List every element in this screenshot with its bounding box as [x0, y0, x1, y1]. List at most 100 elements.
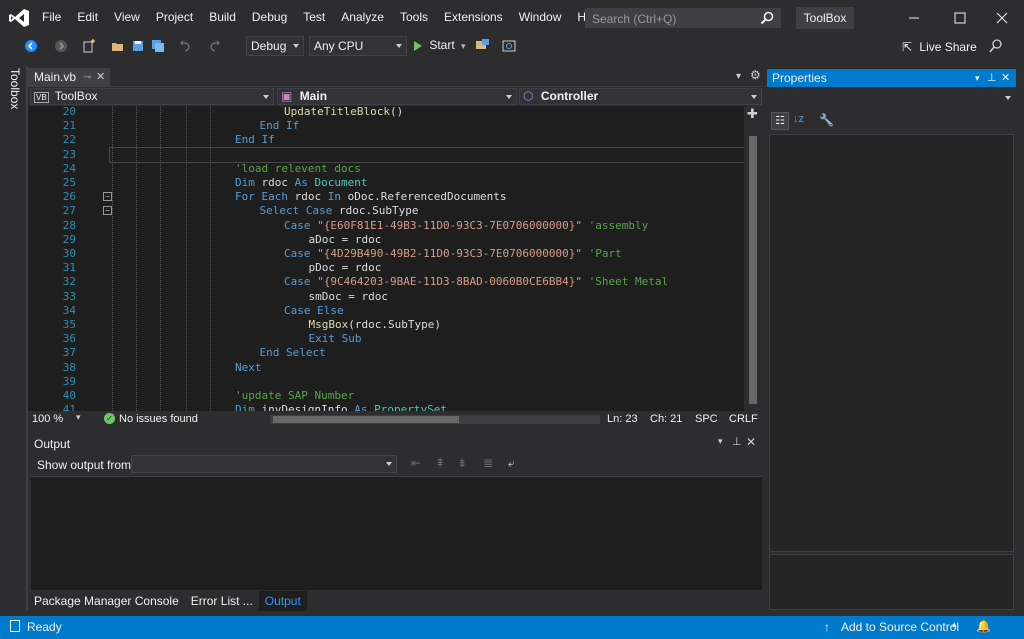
menu-tools[interactable]: Tools [392, 10, 436, 24]
code-text: Exit Sub [308, 332, 362, 346]
menu-file[interactable]: File [34, 10, 69, 24]
properties-menu-chevron-icon[interactable]: ▾ [975, 69, 980, 87]
feedback-icon[interactable] [988, 38, 1004, 54]
browser-link-icon[interactable] [502, 38, 518, 54]
issues-status[interactable]: No issues found [119, 413, 198, 425]
properties-object-dropdown[interactable] [767, 88, 1016, 108]
menu-test[interactable]: Test [295, 10, 333, 24]
output-source-dropdown[interactable] [131, 455, 397, 473]
new-project-icon[interactable] [82, 39, 96, 53]
output-close-icon[interactable]: ✕ [746, 435, 756, 449]
editor-vertical-scrollbar[interactable]: ✚ [744, 106, 762, 411]
platform-dropdown[interactable]: Any CPU [309, 36, 407, 56]
line-ending[interactable]: CRLF [729, 413, 758, 425]
property-pages-icon[interactable]: 🔧 [819, 113, 834, 127]
go-next-message-icon[interactable]: ⇟ [457, 456, 467, 470]
go-prev-message-icon[interactable]: ⇞ [435, 456, 445, 470]
find-message-icon[interactable]: ⇤ [411, 456, 421, 470]
code-line[interactable]: 23 [63, 146, 744, 163]
start-button[interactable]: Start ▾ [414, 38, 466, 52]
diagnostics-icon[interactable] [475, 38, 491, 54]
h-scroll-thumb[interactable] [273, 416, 459, 423]
chevron-down-icon: ▾ [461, 41, 466, 51]
project-nav-dropdown[interactable]: VB ToolBox [30, 88, 274, 105]
scroll-thumb[interactable] [749, 136, 757, 404]
zoom-level[interactable]: 100 % [32, 413, 63, 425]
live-share-button[interactable]: ⇱ Live Share [902, 40, 977, 54]
member-nav-value: Controller [540, 89, 599, 103]
horizontal-scrollbar[interactable] [270, 415, 600, 424]
close-icon[interactable] [992, 8, 1012, 28]
alphabetical-icon[interactable]: ↓z [793, 113, 804, 125]
tab-main-vb[interactable]: Main.vb ⊸ ✕ [28, 68, 110, 87]
line-number-label: 38 [62, 360, 76, 374]
open-file-icon[interactable] [111, 39, 125, 53]
menu-edit[interactable]: Edit [69, 10, 106, 24]
column-number[interactable]: Ch: 21 [650, 413, 682, 425]
tab-package-manager-console[interactable]: Package Manager Console [28, 591, 185, 611]
code-text: 'load relevent docs [235, 161, 361, 175]
code-text: 'update SAP Number [235, 389, 355, 402]
configuration-dropdown[interactable]: Debug [246, 36, 304, 56]
save-all-icon[interactable] [151, 39, 165, 53]
source-control-button[interactable]: Add to Source Control [841, 620, 959, 634]
menu-build[interactable]: Build [201, 10, 244, 24]
menu-window[interactable]: Window [511, 10, 570, 24]
categorized-icon[interactable]: ☷ [771, 112, 789, 130]
settings-gear-icon[interactable]: ⚙ [750, 68, 761, 82]
notification-bell-icon[interactable]: 🔔 [976, 619, 991, 633]
properties-close-icon[interactable]: ✕ [1001, 69, 1010, 87]
configuration-value: Debug [251, 39, 287, 53]
forward-icon[interactable] [54, 39, 68, 53]
code-text: Case "{E60F81E1-49B3-11D0-93C3-7E0706000… [284, 218, 649, 232]
visual-studio-logo-icon[interactable] [8, 8, 30, 28]
menu-debug[interactable]: Debug [244, 10, 295, 24]
tab-output[interactable]: Output [258, 591, 307, 611]
editor-status-bar: 100 % ▾ ✓ No issues found Ln: 23 Ch: 21 … [28, 411, 762, 428]
output-pin-icon[interactable]: ⊥ [732, 435, 742, 448]
class-nav-value: Main [299, 89, 328, 103]
share-icon: ⇱ [902, 40, 913, 54]
undo-icon[interactable] [178, 39, 192, 53]
back-icon[interactable] [24, 39, 38, 53]
zoom-chevron-icon[interactable]: ▾ [76, 412, 81, 423]
minimize-icon[interactable] [904, 8, 924, 28]
indent-mode[interactable]: SPC [695, 413, 718, 425]
word-wrap-icon[interactable]: ⤶ [508, 456, 515, 471]
ready-icon [10, 620, 20, 632]
line-number[interactable]: Ln: 23 [607, 413, 638, 425]
code-editor[interactable]: 20 UpdateTitleBlock() 21 End If 22 End If 23 24… [28, 106, 744, 411]
title-bar: File Edit View Project Build Debug Test … [0, 0, 1024, 36]
save-icon[interactable] [131, 39, 145, 53]
line-number-label: 24 [62, 161, 76, 175]
clear-all-icon[interactable]: ≣ [483, 456, 493, 470]
tab-error-list[interactable]: Error List ... [185, 591, 259, 611]
search-input[interactable]: Search (Ctrl+Q) [585, 8, 781, 28]
tab-list-chevron-icon[interactable]: ▾ [736, 71, 741, 82]
properties-grid[interactable] [769, 134, 1014, 552]
collapse-toggle-icon[interactable]: − [103, 206, 112, 215]
window-title: ToolBox [796, 7, 854, 29]
menu-project[interactable]: Project [148, 10, 201, 24]
properties-pin-icon[interactable]: ⊥ [987, 69, 997, 87]
collapse-toggle-icon[interactable]: − [103, 192, 112, 201]
line-number-label: 40 [62, 389, 76, 402]
tab-close-icon[interactable]: ✕ [96, 68, 105, 87]
toolbox-side-tab[interactable]: Toolbox [6, 66, 26, 116]
class-nav-dropdown[interactable]: ▣ Main [277, 88, 517, 105]
maximize-icon[interactable] [950, 8, 970, 28]
pin-icon[interactable]: ⊸ [83, 68, 91, 87]
menu-analyze[interactable]: Analyze [333, 10, 392, 24]
split-editor-icon[interactable]: ✚ [747, 106, 758, 122]
output-text-area[interactable] [31, 476, 762, 590]
bottom-tab-strip: Package Manager Console Error List ... O… [28, 591, 307, 611]
redo-icon[interactable] [208, 39, 222, 53]
menu-extensions[interactable]: Extensions [436, 10, 511, 24]
code-text: End If [235, 133, 275, 147]
menu-view[interactable]: View [106, 10, 148, 24]
output-menu-chevron-icon[interactable]: ▾ [718, 436, 723, 447]
source-control-chevron-icon[interactable]: ▴ [952, 619, 957, 630]
check-icon: ✓ [104, 413, 115, 424]
code-text: Next [235, 360, 262, 374]
member-nav-dropdown[interactable]: ⬡ Controller [519, 88, 762, 105]
